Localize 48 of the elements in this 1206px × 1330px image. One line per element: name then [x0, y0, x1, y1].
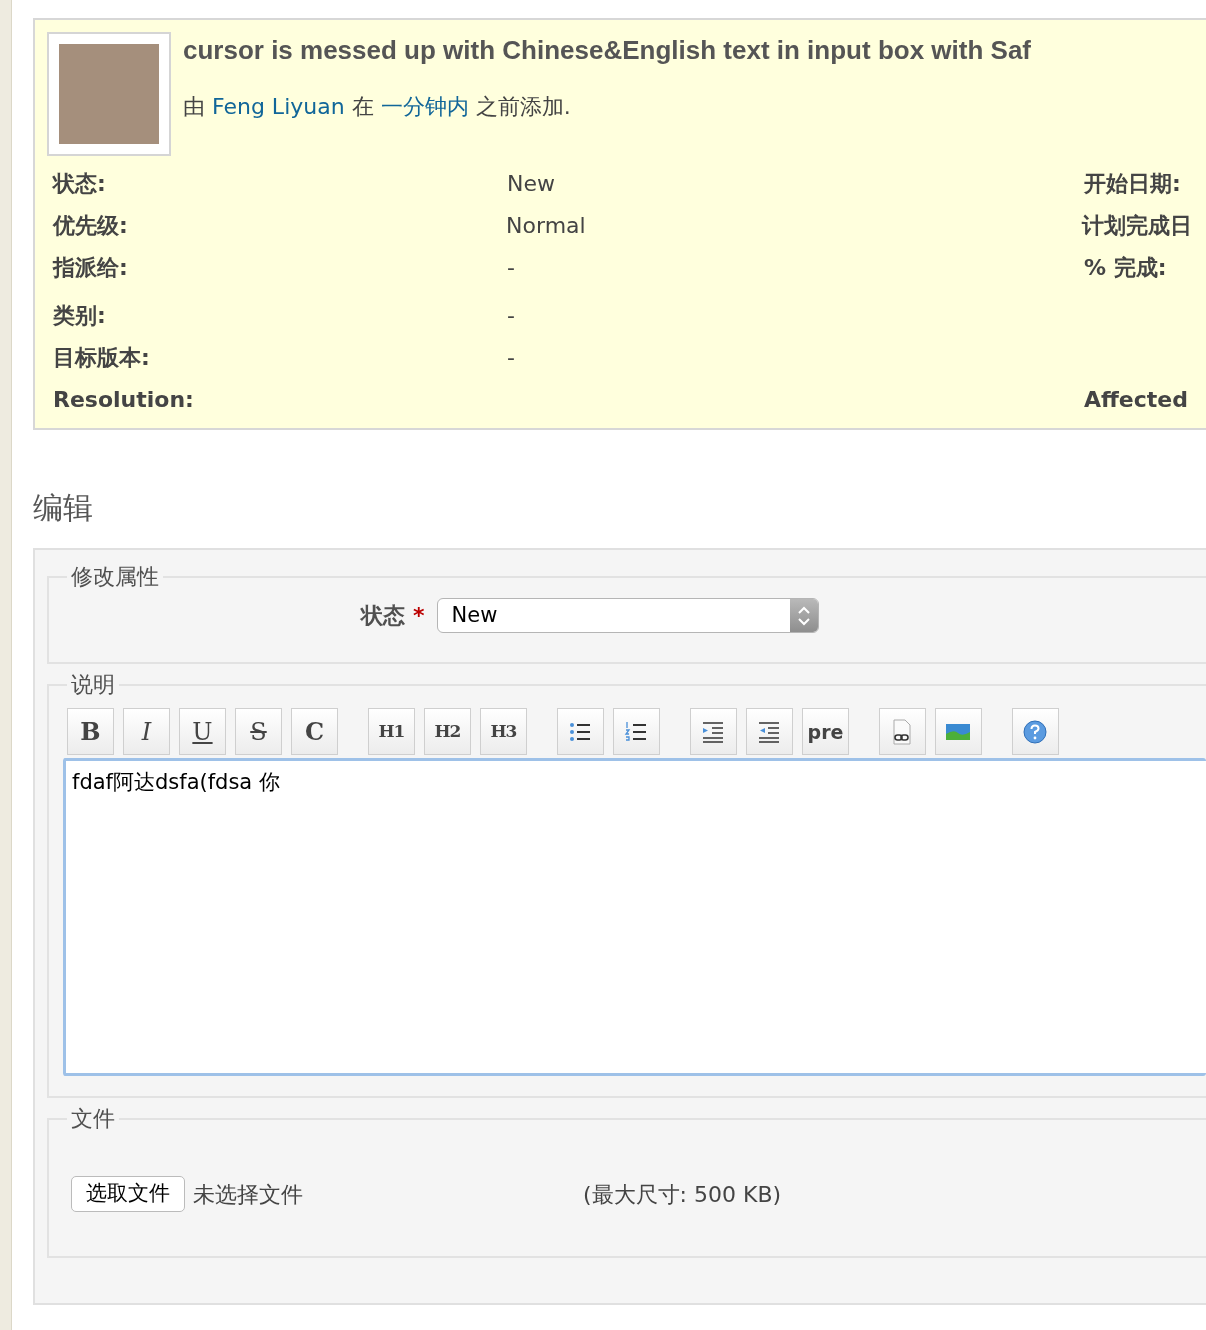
heading-button[interactable]: H2 [424, 708, 471, 756]
attribute-label: Resolution: [52, 385, 195, 414]
numbered-list-button[interactable] [613, 708, 660, 756]
attribute-label: 优先级: [51, 211, 129, 240]
attribute-label: 计划完成日 [1082, 211, 1192, 240]
outdent-button[interactable] [746, 708, 793, 756]
status-select[interactable]: New [436, 598, 819, 634]
attribute-value: - [507, 253, 516, 282]
arrows-icon [789, 599, 818, 633]
bold-button[interactable]: B [67, 708, 114, 756]
link-button[interactable] [879, 708, 926, 756]
attribute-value: Normal [506, 211, 587, 240]
underline-button[interactable]: U [179, 708, 226, 756]
attribute-label: Affected [1084, 385, 1188, 414]
indent-button[interactable] [690, 708, 737, 756]
required-mark: * [413, 602, 425, 631]
heading-button[interactable]: H3 [480, 708, 527, 756]
description-field[interactable]: fdaf阿达dsfa(fdsa 你 [63, 758, 1206, 1077]
preformatted-button[interactable]: pre [802, 708, 849, 756]
bulleted-list-button[interactable] [557, 708, 604, 756]
file-status: 未选择文件 [193, 1180, 304, 1209]
choose-file-button[interactable]: 选取文件 [71, 1176, 185, 1212]
help-button[interactable] [1012, 708, 1059, 756]
section-heading: 编辑 [33, 490, 94, 526]
time-link[interactable]: 一分钟内 [380, 93, 469, 119]
byline: 由 Feng Liyuan 在 一分钟内 之前添加. [183, 92, 572, 121]
attribute-label: % 完成: [1084, 253, 1167, 282]
attribute-value: - [507, 343, 516, 372]
issue-title: cursor is messed up with Chinese&English text in input box with Saf [183, 34, 1031, 67]
attribute-label: 开始日期: [1084, 169, 1181, 198]
author-link[interactable]: Feng Liyuan [212, 93, 345, 119]
fieldset-legend: 文件 [67, 1106, 119, 1133]
attribute-label: 状态: [51, 169, 107, 198]
attribute-value: New [507, 169, 556, 198]
heading-button[interactable]: H1 [368, 708, 415, 756]
italic-button[interactable]: I [123, 708, 170, 756]
fieldset-legend: 修改属性 [67, 564, 163, 591]
picture-button[interactable] [935, 708, 982, 756]
fieldset-legend: 说明 [67, 672, 119, 699]
attribute-value: - [507, 301, 516, 330]
field-label: 状态 [359, 602, 405, 631]
help-icon [1022, 718, 1049, 745]
strikethrough-button[interactable]: S [235, 708, 282, 756]
attribute-label: 类别: [52, 301, 107, 330]
attribute-label: 指派给: [51, 253, 129, 282]
size-limit: (最大尺寸: 500 KB) [583, 1180, 782, 1209]
attribute-label: 目标版本: [52, 343, 151, 372]
code-button[interactable]: C [291, 708, 338, 756]
